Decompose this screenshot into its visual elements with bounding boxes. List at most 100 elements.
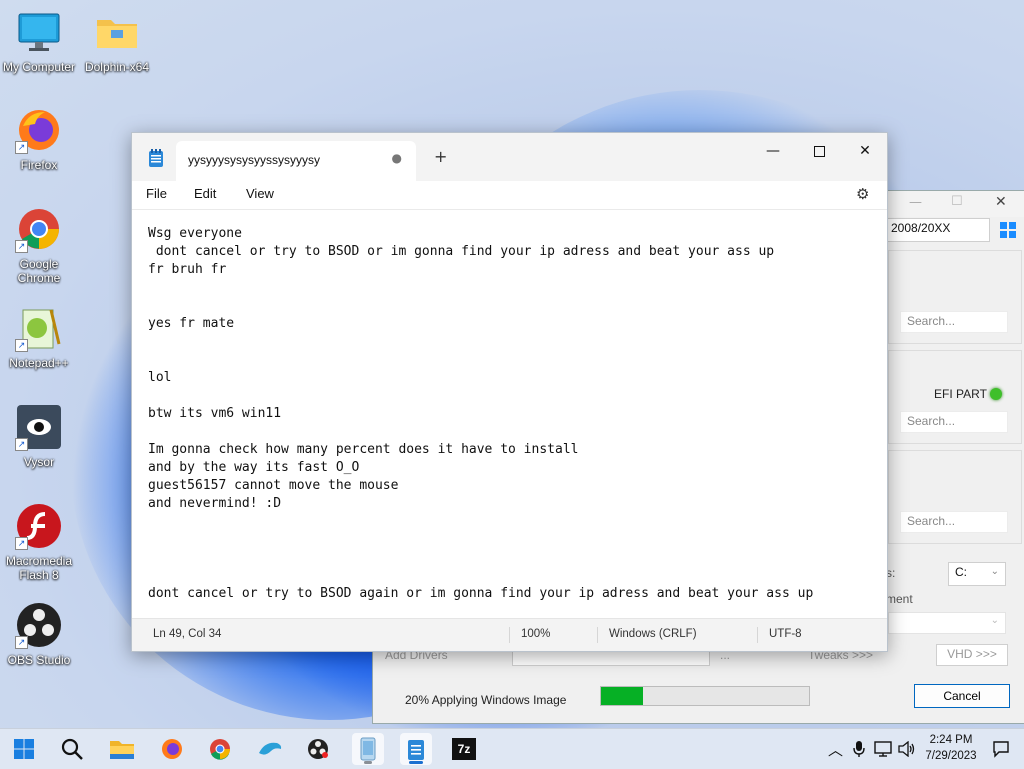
installer-minimize-button[interactable]: —: [909, 195, 922, 210]
maximize-button[interactable]: [796, 137, 842, 165]
cancel-button[interactable]: Cancel: [914, 684, 1010, 708]
clock-time: 2:24 PM: [929, 734, 973, 746]
search-button[interactable]: [56, 733, 88, 765]
desktop-icon-firefox[interactable]: ↗ Firefox: [0, 106, 78, 172]
drive-select[interactable]: C: ⌄: [948, 562, 1006, 586]
volume-icon[interactable]: [898, 729, 916, 769]
shortcut-arrow-icon: ↗: [15, 240, 28, 253]
status-divider: [509, 627, 510, 643]
status-bar: Ln 49, Col 34 100% Windows (CRLF) UTF-8: [132, 618, 887, 651]
install-progress-fill: [601, 687, 643, 705]
notification-icon: [993, 741, 1009, 758]
shortcut-arrow-icon: ↗: [15, 339, 28, 352]
obs-icon: [308, 739, 328, 759]
start-button[interactable]: [8, 733, 40, 765]
desktop-icon-my-computer[interactable]: My Computer: [0, 8, 78, 74]
minimize-button[interactable]: —: [750, 137, 796, 165]
taskbar-chrome[interactable]: [204, 733, 236, 765]
taskbar-7zip[interactable]: 7z: [448, 733, 480, 765]
7zip-icon: 7z: [452, 738, 476, 760]
taskbar-file-explorer[interactable]: [106, 733, 138, 765]
install-progress-bar: [600, 686, 810, 706]
microphone-icon[interactable]: [852, 729, 866, 769]
install-status-text: 20% Applying Windows Image: [405, 693, 567, 707]
close-button[interactable]: ✕: [842, 137, 888, 165]
installer-close-button[interactable]: ✕: [995, 194, 1007, 210]
desktop-icon-label: Dolphin-x64: [84, 60, 150, 74]
notepad-titlebar[interactable]: yysyyysysysyyssysyyysy ● + — ✕: [132, 133, 887, 181]
system-clock[interactable]: 2:24 PM 7/29/2023: [916, 732, 986, 764]
partial-label: ment: [886, 592, 913, 606]
notifications-button[interactable]: [992, 729, 1010, 769]
search-icon: [61, 738, 83, 760]
efi-part-label: EFI PART: [934, 387, 987, 401]
chrome-icon: [210, 739, 230, 760]
desktop-icon-notepadpp[interactable]: ↗ Notepad++: [0, 304, 78, 370]
monitor-icon: [15, 8, 63, 56]
document-text-area[interactable]: Wsg everyone dont cancel or try to BSOD …: [148, 225, 877, 607]
status-led-icon: [990, 388, 1002, 400]
desktop-icon-obs[interactable]: ↗ OBS Studio: [0, 601, 78, 667]
desktop-icon-label: Google Chrome: [17, 257, 61, 285]
installer-maximize-button[interactable]: ☐: [951, 194, 963, 209]
vysor-icon: ↗: [15, 403, 63, 451]
chevron-down-icon: ⌄: [990, 615, 999, 626]
notepad-app-icon: [148, 149, 164, 167]
search-input[interactable]: Search...: [900, 511, 1008, 533]
network-icon[interactable]: [874, 729, 892, 769]
desktop-icon-flash[interactable]: ↗ Macromedia Flash 8: [0, 502, 78, 582]
desktop-icon-dolphin[interactable]: Dolphin-x64: [78, 8, 156, 74]
tab-document[interactable]: yysyyysysysyyssysyyysy ●: [176, 141, 416, 181]
obs-icon: ↗: [15, 601, 63, 649]
folder-icon: [93, 8, 141, 56]
file-explorer-icon: [110, 741, 134, 759]
settings-gear-icon[interactable]: ⚙: [856, 185, 869, 203]
search-input[interactable]: Search...: [900, 311, 1008, 333]
vhd-button[interactable]: VHD >>>: [936, 644, 1008, 666]
menu-file[interactable]: File: [146, 186, 167, 201]
chevron-down-icon: ⌄: [990, 566, 999, 577]
taskbar-vysor[interactable]: [352, 733, 384, 765]
shortcut-arrow-icon: ↗: [15, 537, 28, 550]
notepad-window[interactable]: yysyyysysysyyssysyyysy ● + — ✕ File Edit…: [131, 132, 888, 652]
maximize-icon: [813, 145, 825, 157]
status-divider: [757, 627, 758, 643]
dolphin-icon: [259, 742, 282, 755]
taskbar-obs[interactable]: [302, 733, 334, 765]
menu-edit[interactable]: Edit: [194, 186, 216, 201]
firefox-icon: [162, 739, 182, 759]
taskbar-notepad[interactable]: [400, 733, 432, 765]
desktop-icon-label: Vysor: [23, 455, 55, 469]
vysor-icon: [360, 737, 376, 761]
new-tab-button[interactable]: +: [434, 147, 447, 166]
start-icon: [14, 739, 34, 759]
desktop-icon-label: Macromedia Flash 8: [5, 554, 73, 582]
search-input[interactable]: Search...: [900, 411, 1008, 433]
desktop-icon-vysor[interactable]: ↗ Vysor: [0, 403, 78, 469]
tab-title: yysyyysysysyyssysyyysy: [188, 153, 320, 167]
running-indicator: [409, 761, 423, 764]
shortcut-arrow-icon: ↗: [15, 438, 28, 451]
taskbar: 7z ︿ 2:24 PM 7/29/2023: [0, 728, 1024, 769]
menu-view[interactable]: View: [246, 186, 274, 201]
chrome-icon: ↗: [15, 205, 63, 253]
show-hidden-icons-button[interactable]: ︿: [828, 729, 843, 769]
clock-date: 7/29/2023: [925, 750, 977, 762]
notepadpp-icon: ↗: [15, 304, 63, 352]
installer-select[interactable]: ⌄: [888, 612, 1006, 634]
taskbar-firefox[interactable]: [156, 733, 188, 765]
zoom-level: 100%: [521, 628, 551, 640]
chevron-up-icon: ︿: [828, 740, 844, 759]
flash-icon: ↗: [15, 502, 63, 550]
desktop-icon-label: OBS Studio: [7, 653, 71, 667]
status-divider: [597, 627, 598, 643]
desktop-icon-chrome[interactable]: ↗ Google Chrome: [0, 205, 78, 285]
taskbar-dolphin[interactable]: [254, 733, 286, 765]
unsaved-indicator-icon[interactable]: ●: [392, 151, 402, 165]
desktop-icon-label: Firefox: [20, 158, 58, 172]
desktop-icon-label: My Computer: [2, 60, 76, 74]
cursor-position: Ln 49, Col 34: [153, 628, 222, 640]
drive-select-value: C:: [955, 565, 967, 579]
version-field[interactable]: 2008/20XX: [884, 218, 990, 242]
notepad-icon: [408, 740, 424, 760]
